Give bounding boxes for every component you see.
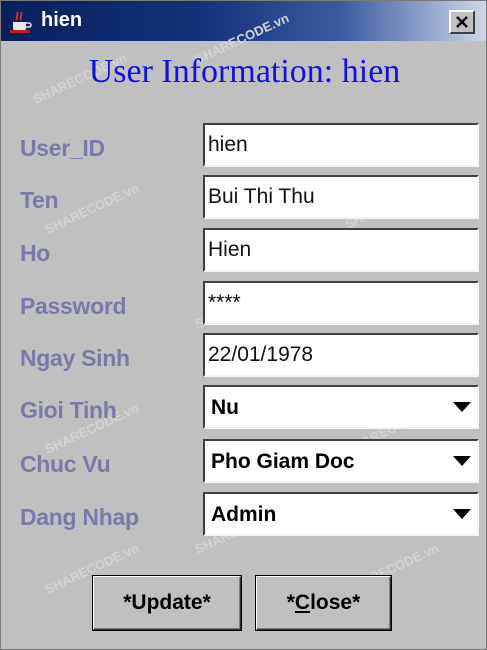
update-button-label: *Update* [123, 591, 211, 614]
dang-nhap-label: Dang Nhap [20, 504, 139, 530]
ten-field[interactable]: Bui Thi Thu [203, 175, 479, 219]
close-button-rest: lose* [310, 591, 361, 614]
close-icon [456, 16, 468, 28]
title-bar[interactable]: hien [1, 1, 486, 41]
ngay-sinh-label: Ngay Sinh [20, 345, 130, 371]
window-title: hien [41, 9, 83, 31]
ten-label: Ten [20, 187, 59, 213]
dang-nhap-value: Admin [211, 503, 277, 526]
password-label: Password [20, 293, 127, 319]
user-id-field[interactable]: hien [203, 123, 479, 167]
gioi-tinh-value: Nu [211, 396, 239, 419]
ngay-sinh-field[interactable]: 22/01/1978 [203, 333, 479, 377]
page-title: User Information: hien [88, 53, 401, 90]
gioi-tinh-label: Gioi Tinh [20, 397, 117, 423]
dropdown-arrow-icon[interactable] [453, 402, 471, 412]
update-button[interactable]: *Update* [92, 575, 242, 631]
password-field[interactable]: **** [203, 281, 479, 325]
dang-nhap-select[interactable]: Admin [203, 492, 479, 536]
gioi-tinh-select[interactable]: Nu [203, 385, 479, 429]
dropdown-arrow-icon[interactable] [453, 509, 471, 519]
chuc-vu-select[interactable]: Pho Giam Doc [203, 439, 479, 483]
ho-label: Ho [20, 240, 51, 266]
java-cup-icon [7, 8, 33, 34]
ho-field[interactable]: Hien [203, 228, 479, 272]
close-button-mnemonic: C [294, 591, 311, 614]
chuc-vu-label: Chuc Vu [20, 451, 111, 477]
close-button-prefix: * [286, 591, 295, 614]
close-window-button[interactable] [449, 10, 475, 34]
user-info-window: hien SHARECODE.vn SHARECODE.vn SHARECODE… [0, 0, 487, 650]
chuc-vu-value: Pho Giam Doc [211, 450, 355, 473]
dropdown-arrow-icon[interactable] [453, 456, 471, 466]
close-button[interactable]: *Close* [255, 575, 392, 631]
user-id-label: User_ID [20, 135, 105, 161]
